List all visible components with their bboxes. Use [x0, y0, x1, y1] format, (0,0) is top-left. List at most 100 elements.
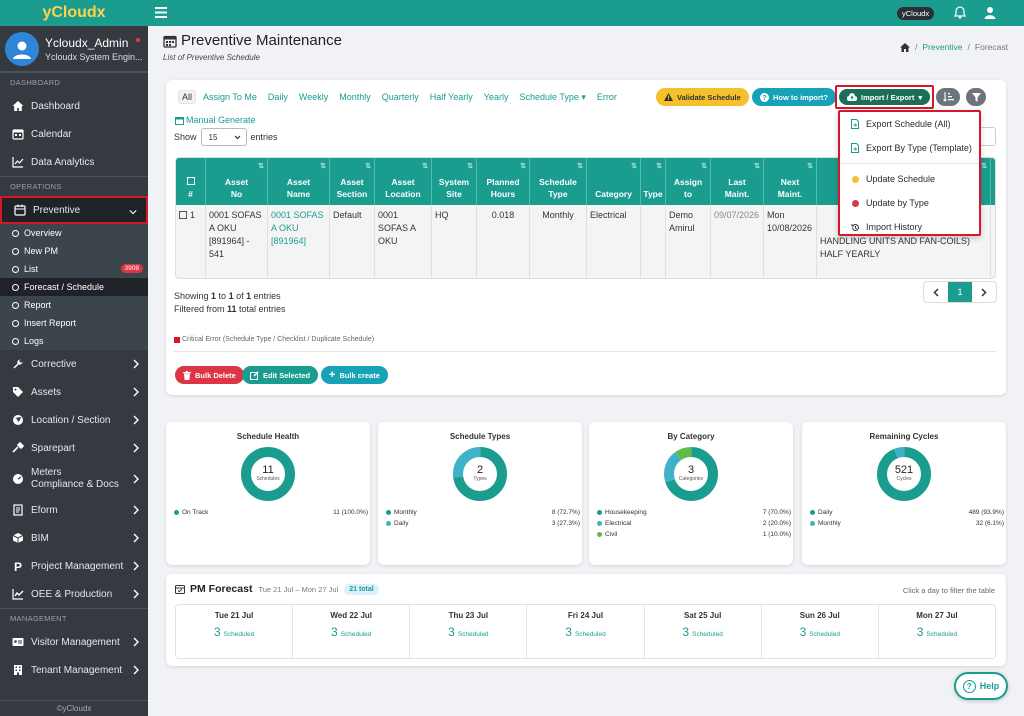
sort-button[interactable]	[936, 88, 960, 106]
user-panel[interactable]: Ycloudx_Admin Ycloudx System Engin...	[0, 26, 148, 72]
stat-legend: Daily 489 (93.9%) Monthly 32 (6.1%)	[810, 507, 1004, 529]
sidebar-subitem-new-pm[interactable]: New PM	[0, 242, 148, 260]
page-button[interactable]: 1	[948, 282, 972, 302]
breadcrumb-link[interactable]: Preventive	[922, 42, 962, 52]
forecast-day-label: Tue 21 Jul	[214, 611, 254, 620]
forecast-day[interactable]: Mon 27 Jul 3 Scheduled	[879, 605, 995, 658]
column-header[interactable]: Next Maint. ⇅	[764, 158, 817, 205]
next-page-button[interactable]	[972, 282, 996, 302]
menu-item-label: Import History	[866, 222, 923, 232]
column-header[interactable]: Asset No ⇅	[206, 158, 268, 205]
column-header[interactable]: System Site ⇅	[432, 158, 477, 205]
calendar-icon	[163, 35, 177, 48]
tab-quarterly[interactable]: Quarterly	[382, 92, 419, 102]
sidebar-item-assets[interactable]: Assets	[0, 378, 148, 406]
table-cell: Mon 10/08/2026	[764, 205, 817, 278]
chevron-right-icon	[133, 589, 139, 599]
column-header[interactable]: #	[176, 158, 206, 205]
column-header[interactable]: Category ⇅	[587, 158, 641, 205]
sidebar-item-oee-production[interactable]: OEE & Production	[0, 580, 148, 608]
sidebar-item-sparepart[interactable]: Sparepart	[0, 434, 148, 462]
tenant-selector[interactable]: yCloudx	[897, 7, 935, 20]
forecast-day[interactable]: Thu 23 Jul 3 Scheduled	[410, 605, 528, 658]
sidebar-item-calendar[interactable]: Calendar	[0, 120, 148, 148]
forecast-day[interactable]: Fri 24 Jul 3 Scheduled	[527, 605, 645, 658]
tab-monthly[interactable]: Monthly	[339, 92, 371, 102]
breadcrumb-current: Forecast	[974, 42, 1008, 52]
forecast-days: Tue 21 Jul 3 Scheduled Wed 22 Jul 3 Scheduled…	[175, 604, 996, 659]
tab-assign-to-me[interactable]: Assign To Me	[203, 92, 257, 102]
menu-icon[interactable]	[155, 7, 167, 18]
help-button[interactable]: ? Help	[954, 672, 1008, 700]
edit-selected-button[interactable]: Edit Selected	[242, 366, 319, 384]
sidebar-item-data-analytics[interactable]: Data Analytics	[0, 148, 148, 176]
top-bar: yCloudx	[148, 0, 1024, 26]
column-header[interactable]: Planned Hours ⇅	[477, 158, 530, 205]
sidebar-item-tenant-management[interactable]: Tenant Management	[0, 656, 148, 684]
sidebar-subitem-list[interactable]: List 3908	[0, 260, 148, 278]
column-header[interactable]: Asset Name ⇅	[268, 158, 330, 205]
sidebar-item-label: Data Analytics	[31, 156, 95, 168]
critical-error-legend: Critical Error (Schedule Type / Checklis…	[174, 336, 374, 343]
manual-generate-link[interactable]: Manual Generate	[175, 115, 256, 125]
bulk-delete-button[interactable]: Bulk Delete	[175, 366, 244, 384]
column-header[interactable]: Asset Location ⇅	[375, 158, 432, 205]
sidebar-subitem-forecast-schedule[interactable]: Forecast / Schedule	[0, 278, 148, 296]
menu-item-label: Export By Type (Template)	[866, 143, 972, 153]
sidebar-subitem-insert-report[interactable]: Insert Report	[0, 314, 148, 332]
sort-icon: ⇅	[365, 163, 371, 170]
forecast-day[interactable]: Sun 26 Jul 3 Scheduled	[762, 605, 879, 658]
sidebar-item-location-section[interactable]: Location / Section	[0, 406, 148, 434]
bulk-create-button[interactable]: + Bulk create	[321, 366, 388, 384]
import-export-button[interactable]: Import / Export ▾	[835, 85, 935, 109]
menu-item-update-by-type[interactable]: Update by Type	[840, 191, 979, 215]
sidebar-item-corrective[interactable]: Corrective	[0, 350, 148, 378]
menu-item-import-history[interactable]: Import History	[840, 215, 979, 239]
page-title: Preventive Maintenance	[181, 32, 342, 49]
forecast-day[interactable]: Wed 22 Jul 3 Scheduled	[293, 605, 411, 658]
column-header[interactable]: Assign to ⇅	[666, 158, 711, 205]
sidebar-subitem-logs[interactable]: Logs	[0, 332, 148, 350]
tab-yearly[interactable]: Yearly	[484, 92, 509, 102]
how-to-import-button[interactable]: ? How to import?	[752, 88, 836, 106]
tab-schedule-type[interactable]: Schedule Type ▾	[519, 92, 585, 103]
sidebar-subitem-label: Logs	[24, 336, 44, 346]
sidebar-item-meters[interactable]: Meters Compliance & Docs	[0, 462, 148, 496]
menu-item-export-by-type-template[interactable]: Export By Type (Template)	[840, 136, 979, 160]
filter-button[interactable]	[966, 88, 986, 106]
column-header[interactable]: Type ⇅	[641, 158, 666, 205]
pm-forecast-card: PM Forecast Tue 21 Jul – Mon 27 Jul 21 t…	[166, 574, 1006, 666]
page-size-select[interactable]: 15	[200, 128, 247, 146]
sidebar-item-dashboard[interactable]: Dashboard	[0, 92, 148, 120]
home-icon[interactable]	[900, 42, 910, 52]
sidebar-subitem-report[interactable]: Report	[0, 296, 148, 314]
tab-daily[interactable]: Daily	[268, 92, 288, 102]
sidebar-item-project-management[interactable]: P Project Management	[0, 552, 148, 580]
sidebar-item-visitor-management[interactable]: Visitor Management	[0, 628, 148, 656]
sidebar-item-preventive[interactable]: Preventive	[0, 196, 148, 224]
tab-weekly[interactable]: Weekly	[299, 92, 328, 102]
menu-item-export-schedule-all[interactable]: Export Schedule (All)	[840, 112, 979, 136]
sort-icon: ⇅	[520, 163, 526, 170]
tab-all[interactable]: All	[178, 90, 197, 104]
stat-card-remaining-cycles: Remaining Cycles 521 Cycles Daily 489 (93.9%…	[802, 422, 1006, 565]
forecast-day[interactable]: Tue 21 Jul 3 Scheduled	[176, 605, 294, 658]
row-checkbox[interactable]	[179, 211, 187, 219]
column-header[interactable]: Last Maint. ⇅	[711, 158, 764, 205]
sidebar-subitem-overview[interactable]: Overview	[0, 224, 148, 242]
sort-icon: ⇅	[981, 163, 987, 170]
column-header[interactable]: Schedule Type ⇅	[530, 158, 587, 205]
tab-error[interactable]: Error	[597, 92, 617, 102]
validate-schedule-button[interactable]: Validate Schedule	[656, 88, 749, 106]
forecast-day[interactable]: Sat 25 Jul 3 Scheduled	[645, 605, 762, 658]
bell-icon[interactable]	[954, 6, 966, 19]
prev-page-button[interactable]	[924, 282, 948, 302]
sidebar-item-bim[interactable]: BIM	[0, 524, 148, 552]
menu-item-update-schedule[interactable]: Update Schedule	[840, 167, 979, 191]
count-badge: 3908	[120, 264, 143, 273]
sidebar-item-eform[interactable]: Eform	[0, 496, 148, 524]
user-icon[interactable]	[984, 6, 996, 19]
tab-half-yearly[interactable]: Half Yearly	[430, 92, 473, 102]
brand-logo[interactable]: yCloudx	[0, 0, 148, 26]
column-header[interactable]: Asset Section ⇅	[330, 158, 375, 205]
